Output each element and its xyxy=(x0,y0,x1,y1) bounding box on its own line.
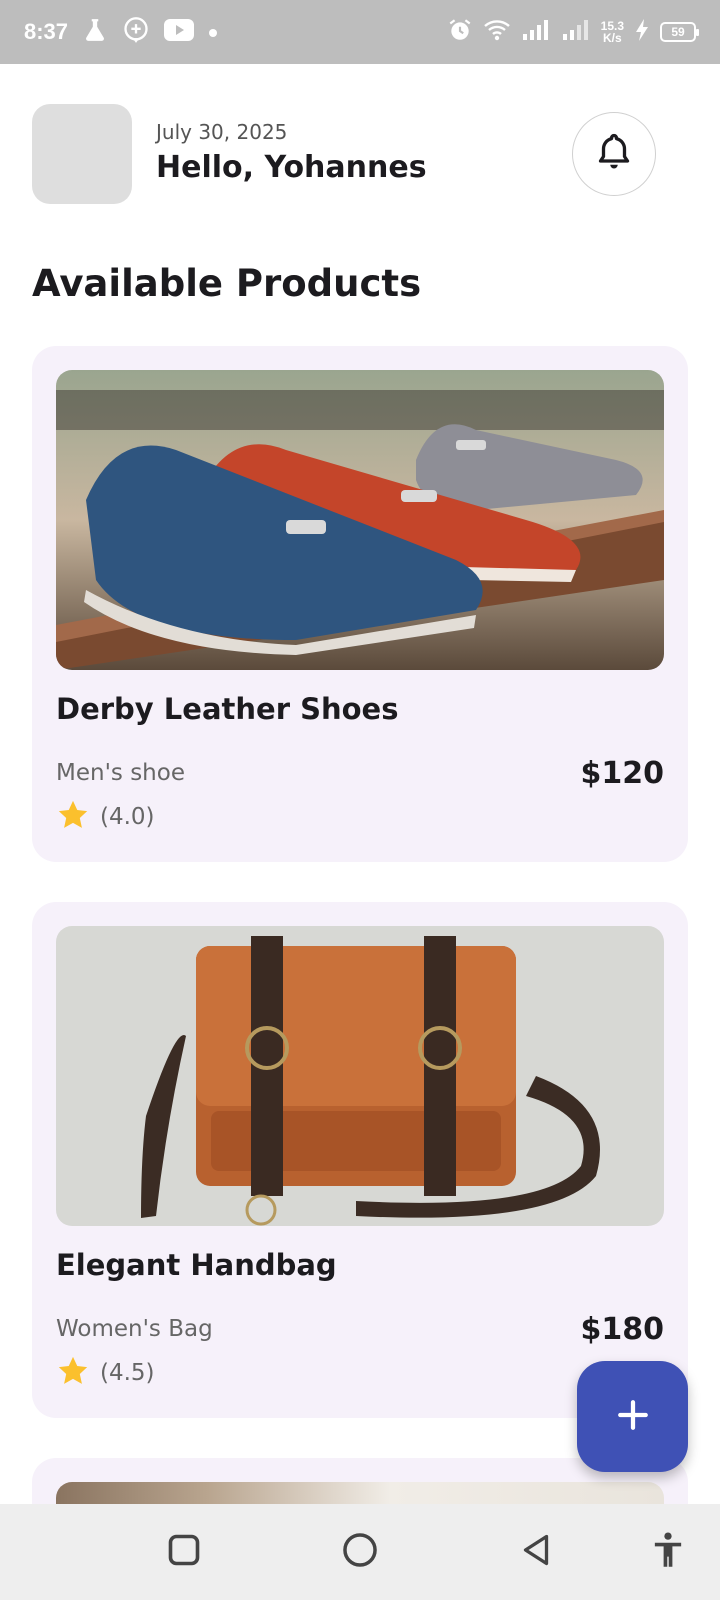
status-time: 8:37 xyxy=(24,19,69,44)
signal-icon-2 xyxy=(561,19,591,45)
add-product-button[interactable] xyxy=(577,1361,688,1472)
header: July 30, 2025 Hello, Yohannes xyxy=(32,104,672,204)
product-category: Men's shoe xyxy=(56,760,185,786)
product-name: Elegant Handbag xyxy=(56,1248,337,1282)
back-button[interactable] xyxy=(514,1530,558,1574)
circle-home-icon xyxy=(341,1531,379,1573)
home-button[interactable] xyxy=(338,1530,382,1574)
add-circle-icon xyxy=(122,16,150,48)
product-category: Women's Bag xyxy=(56,1316,213,1342)
rating-value: (4.0) xyxy=(100,804,155,830)
battery-indicator: 59 xyxy=(660,22,699,42)
avatar[interactable] xyxy=(32,104,132,204)
star-icon xyxy=(56,1354,90,1392)
network-speed: 15.3 K/s xyxy=(601,20,624,44)
flask-icon xyxy=(82,17,108,47)
product-price: $120 xyxy=(580,756,665,791)
product-card[interactable]: Derby Leather Shoes Men's shoe $120 (4.0… xyxy=(32,346,688,862)
bell-icon xyxy=(596,132,632,176)
accessibility-icon xyxy=(650,1531,686,1573)
product-image-shoes xyxy=(56,370,664,670)
youtube-icon xyxy=(164,18,195,46)
recents-button[interactable] xyxy=(162,1530,206,1574)
alarm-icon xyxy=(447,17,473,47)
notifications-button[interactable] xyxy=(572,112,656,196)
dot-icon xyxy=(208,23,218,42)
product-price: $180 xyxy=(580,1312,665,1347)
charging-icon xyxy=(634,18,650,46)
header-greeting: Hello, Yohannes xyxy=(156,150,427,185)
status-bar: 8:37 15.3 K/s 59 xyxy=(0,0,720,64)
product-card[interactable]: Elegant Handbag Women's Bag $180 (4.5) xyxy=(32,902,688,1418)
accessibility-button[interactable] xyxy=(646,1530,690,1574)
product-name: Derby Leather Shoes xyxy=(56,692,399,726)
product-rating: (4.5) xyxy=(56,1354,155,1392)
square-recents-icon xyxy=(166,1532,202,1572)
product-image-handbag xyxy=(56,926,664,1226)
section-title: Available Products xyxy=(32,262,422,305)
rating-value: (4.5) xyxy=(100,1360,155,1386)
triangle-back-icon xyxy=(518,1532,554,1572)
product-rating: (4.0) xyxy=(56,798,155,836)
signal-icon xyxy=(521,19,551,45)
star-icon xyxy=(56,798,90,836)
wifi-icon xyxy=(483,18,511,46)
plus-icon xyxy=(616,1398,650,1436)
network-speed-unit: K/s xyxy=(602,31,622,45)
system-nav-bar xyxy=(0,1504,720,1600)
header-date: July 30, 2025 xyxy=(156,120,288,144)
